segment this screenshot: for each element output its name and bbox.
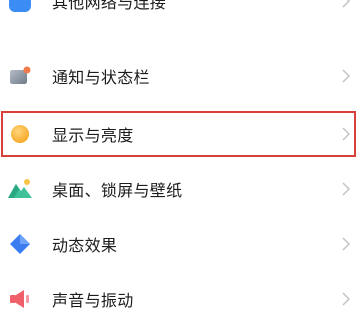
settings-item-label: 显示与亮度 xyxy=(52,126,134,145)
brightness-icon xyxy=(6,120,34,148)
chevron-right-icon xyxy=(342,127,351,141)
notification-icon xyxy=(6,62,34,90)
settings-item-network[interactable]: 其他网络与连接 xyxy=(0,0,359,27)
settings-item-animation[interactable]: 动态效果 xyxy=(0,218,359,270)
settings-item-sound[interactable]: 声音与振动 xyxy=(0,273,359,325)
settings-item-wallpaper[interactable]: 桌面、锁屏与壁纸 xyxy=(0,163,359,215)
settings-item-display-brightness[interactable]: 显示与亮度 xyxy=(0,108,359,160)
settings-item-notifications[interactable]: 通知与状态栏 xyxy=(0,50,359,102)
settings-item-label: 声音与振动 xyxy=(52,291,134,310)
chevron-right-icon xyxy=(342,237,351,251)
chevron-right-icon xyxy=(342,0,351,8)
link-icon xyxy=(6,0,34,15)
chevron-right-icon xyxy=(342,182,351,196)
settings-item-label: 动态效果 xyxy=(52,236,118,255)
sound-icon xyxy=(6,285,34,313)
animation-icon xyxy=(6,230,34,258)
chevron-right-icon xyxy=(342,69,351,83)
settings-item-label: 桌面、锁屏与壁纸 xyxy=(52,181,183,200)
settings-item-label: 通知与状态栏 xyxy=(52,68,150,87)
wallpaper-icon xyxy=(6,175,34,203)
section-divider xyxy=(0,24,359,49)
settings-item-label: 其他网络与连接 xyxy=(52,0,167,12)
chevron-right-icon xyxy=(342,292,351,306)
